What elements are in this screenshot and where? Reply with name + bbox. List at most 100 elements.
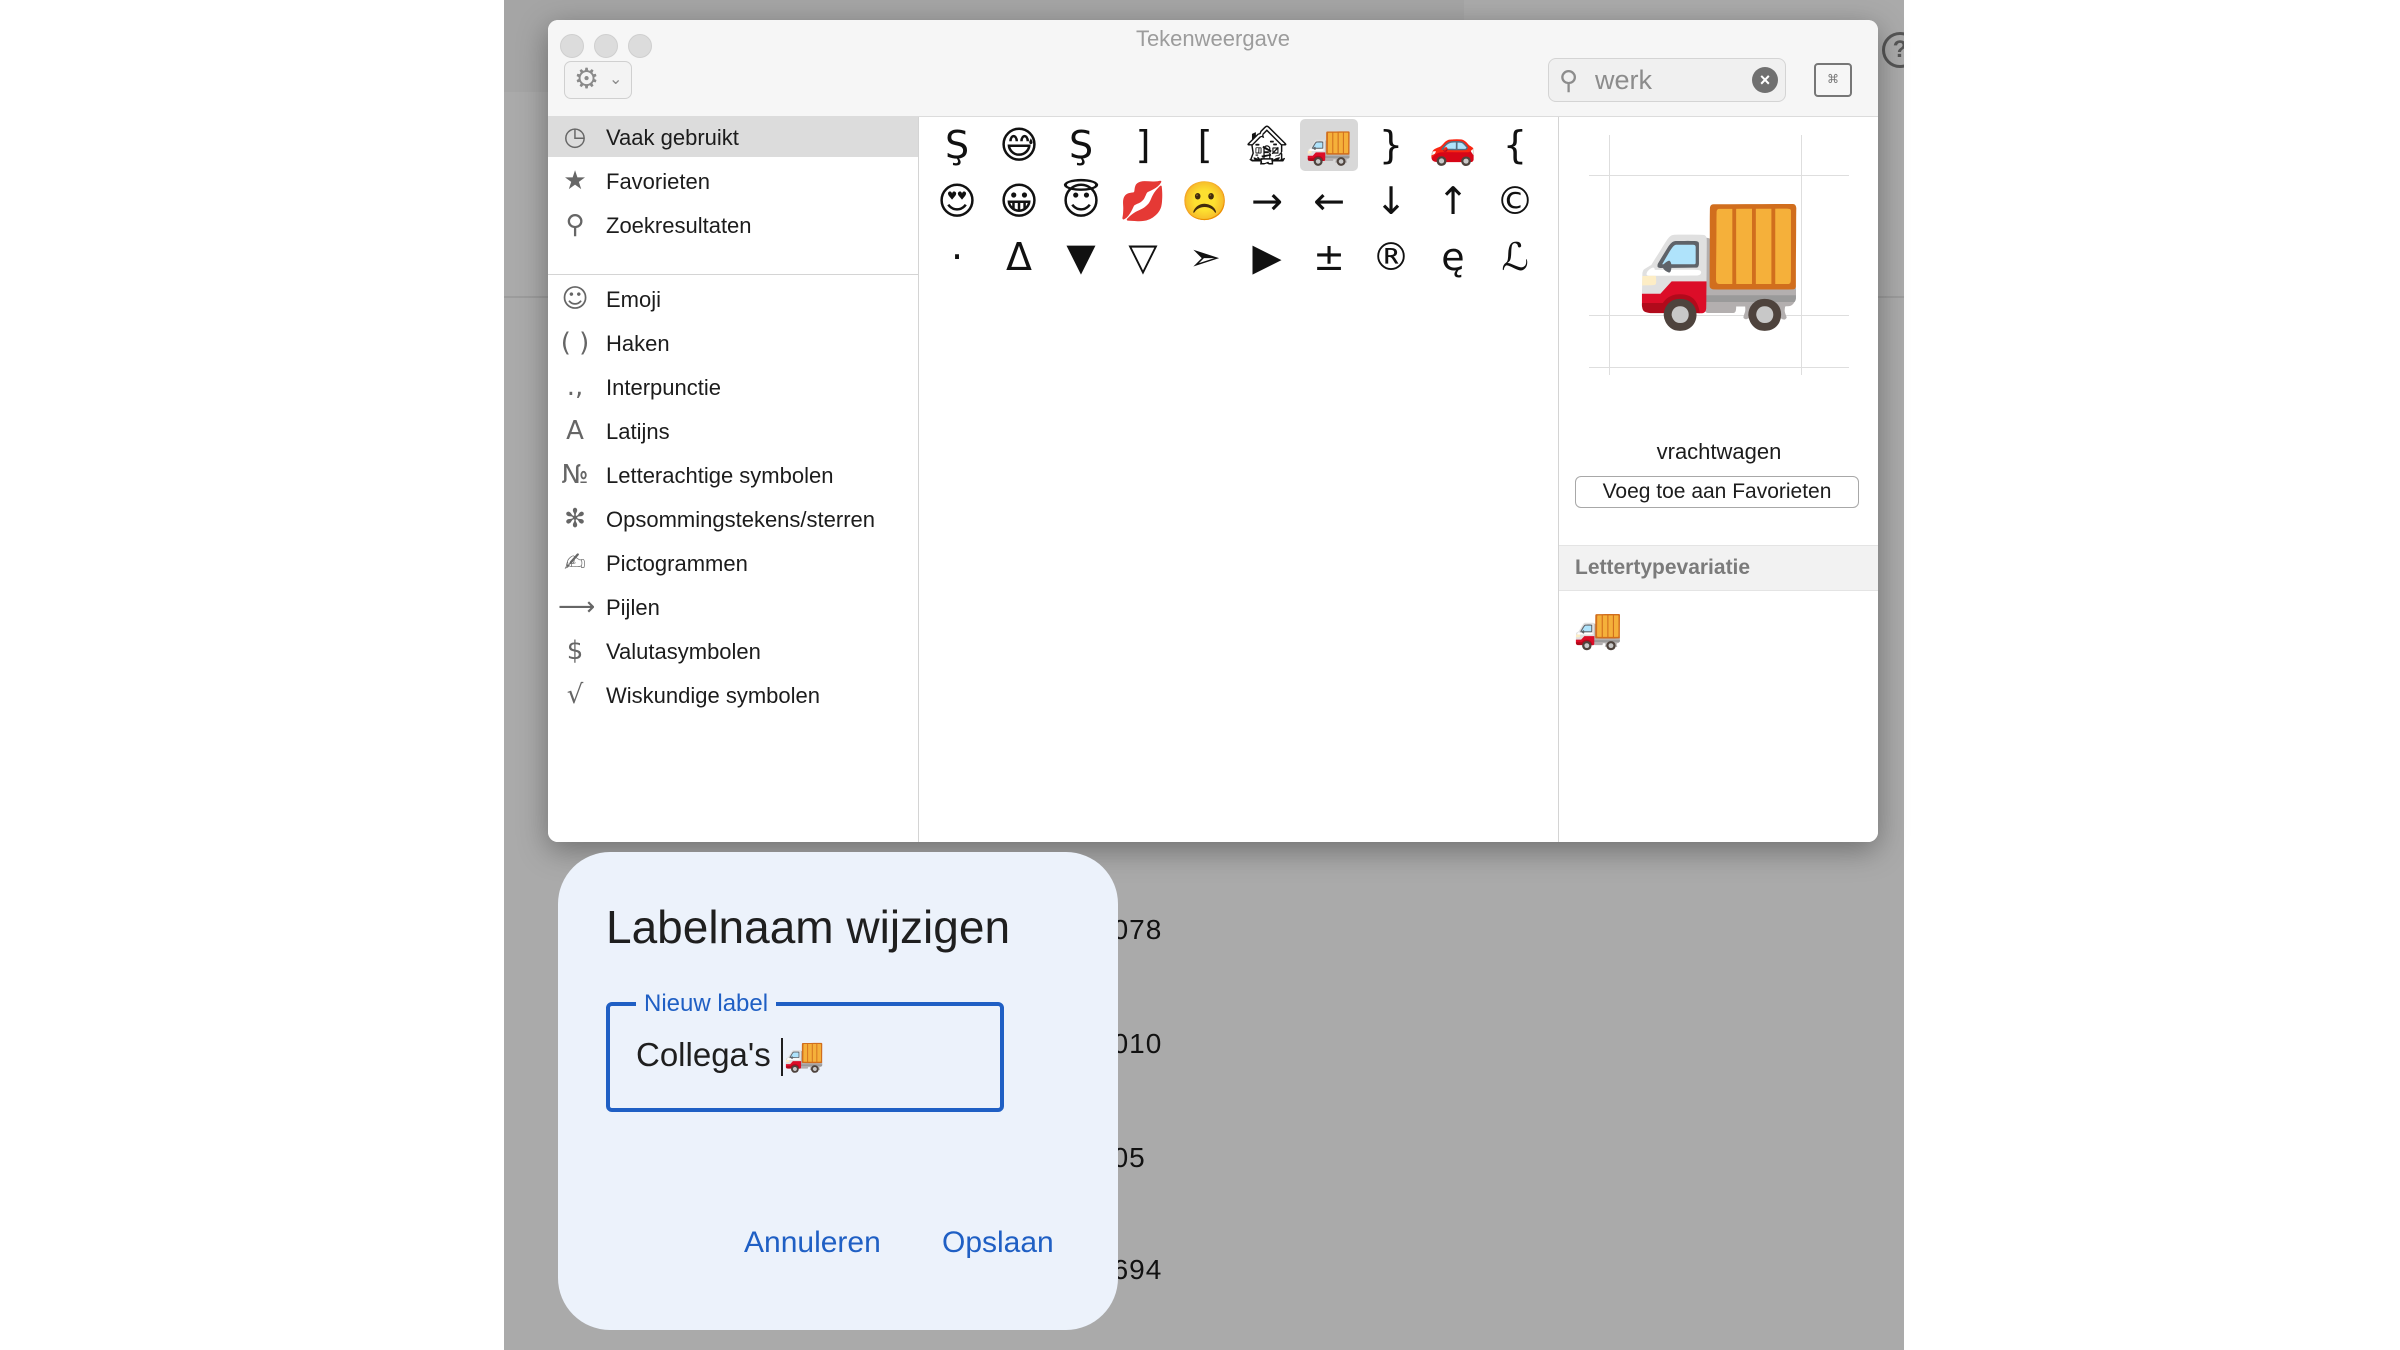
character-cell[interactable]: → <box>1238 175 1296 227</box>
sqrt-icon: √ <box>566 680 584 710</box>
character-cell[interactable]: 🏚 <box>1238 119 1296 171</box>
sidebar-item-label: Pictogrammen <box>606 551 748 576</box>
field-label: Nieuw label <box>636 990 777 1018</box>
search-field[interactable]: ⚲ werk × <box>1548 58 1786 102</box>
character-cell[interactable]: [ <box>1176 119 1234 171</box>
clock-icon: ◷ <box>563 122 587 152</box>
search-icon: ⚲ <box>1559 65 1579 95</box>
character-cell[interactable]: ± <box>1300 231 1358 283</box>
window-title: Tekenweergave <box>1135 26 1291 51</box>
text-caret <box>780 1038 783 1077</box>
search-input[interactable]: werk <box>1595 65 1652 96</box>
numero-icon: № <box>561 460 589 490</box>
sidebar-separator <box>548 274 918 275</box>
sidebar-item-emoji[interactable]: ☺ Emoji <box>548 279 918 319</box>
character-cell[interactable]: ← <box>1300 175 1358 227</box>
character-cell[interactable]: ę <box>1424 231 1482 283</box>
character-cell[interactable]: ➣ <box>1176 231 1234 283</box>
character-cell[interactable]: Δ <box>990 231 1048 283</box>
add-to-favorites-button[interactable]: Voeg toe aan Favorieten <box>1575 476 1859 508</box>
preview-glyph: 🚚 <box>1631 173 1807 336</box>
field-text: Collega's <box>636 1036 780 1073</box>
sidebar-item-wiskundige-symbolen[interactable]: √ Wiskundige symbolen <box>548 675 918 715</box>
character-cell[interactable]: ↓ <box>1362 175 1420 227</box>
character-cell[interactable]: ↑ <box>1424 175 1482 227</box>
character-cell[interactable]: 😍 <box>928 175 986 227</box>
character-grid: Ş 😅 Ş ] [ 🏚 🚚 } 🚗 { 😍 😀 😇 💋 ☹️ → ← ↓ ↑ ©… <box>919 117 1557 842</box>
character-cell[interactable]: 🚗 <box>1424 119 1482 171</box>
character-cell[interactable]: ▶ <box>1238 231 1296 283</box>
gear-icon: ⚙ <box>574 63 600 94</box>
character-cell[interactable]: } <box>1362 119 1420 171</box>
magnifier-icon: ⚲ <box>565 210 585 240</box>
sidebar-item-label: Valutasymbolen <box>606 639 761 664</box>
font-variation-heading: Lettertypevariatie <box>1575 556 1751 579</box>
character-cell-selected[interactable]: 🚚 <box>1300 119 1358 171</box>
character-cell[interactable]: { <box>1486 119 1544 171</box>
chevron-down-icon: ⌄ <box>609 71 623 88</box>
character-preview: 🚚 <box>1589 135 1849 375</box>
character-cell[interactable]: ] <box>1114 119 1172 171</box>
action-menu-button[interactable]: ⚙ ⌄ <box>564 61 632 99</box>
sidebar-item-letterachtige-symbolen[interactable]: № Letterachtige symbolen <box>548 455 918 495</box>
character-cell[interactable]: ® <box>1362 231 1420 283</box>
character-cell[interactable]: ℒ <box>1486 231 1544 283</box>
character-cell[interactable]: © <box>1486 175 1544 227</box>
character-cell[interactable]: 😀 <box>990 175 1048 227</box>
parentheses-icon: ( ) <box>560 328 590 358</box>
sidebar-item-interpunctie[interactable]: ., Interpunctie <box>548 367 918 407</box>
dialog-title: Labelnaam wijzigen <box>606 901 1011 953</box>
sidebar-item-label: Latijns <box>606 419 670 444</box>
pictogram-icon: ✍ <box>564 548 586 578</box>
sidebar-item-label: Emoji <box>606 287 662 312</box>
rename-label-dialog: Labelnaam wijzigen Nieuw label Collega's… <box>558 852 1118 1330</box>
help-icon[interactable]: ? <box>1882 32 1904 68</box>
sidebar-item-pijlen[interactable]: ⟶ Pijlen <box>548 587 918 627</box>
character-cell[interactable]: 😇 <box>1052 175 1110 227</box>
cancel-button[interactable]: Annuleren <box>744 1226 881 1260</box>
sidebar-item-haken[interactable]: ( ) Haken <box>548 323 918 363</box>
character-cell[interactable]: ▼ <box>1052 231 1110 283</box>
field-emoji: 🚚 <box>783 1036 825 1073</box>
character-detail-panel: 🚚 vrachtwagen Voeg toe aan Favorieten Le… <box>1558 117 1878 842</box>
character-cell[interactable]: 💋 <box>1114 175 1172 227</box>
asterisk-icon: ✻ <box>564 504 586 534</box>
character-cell[interactable]: Ş <box>1052 119 1110 171</box>
save-button[interactable]: Opslaan <box>942 1226 1054 1260</box>
sidebar-item-pictogrammen[interactable]: ✍ Pictogrammen <box>548 543 918 583</box>
sidebar-item-label: Favorieten <box>606 169 710 194</box>
font-variation-glyph[interactable]: 🚚 <box>1573 605 1623 652</box>
clear-search-icon[interactable]: × <box>1752 67 1778 93</box>
new-label-input[interactable]: Collega's 🚚 <box>636 1036 825 1077</box>
sidebar-item-label: Haken <box>606 331 670 356</box>
sidebar-item-zoekresultaten[interactable]: ⚲ Zoekresultaten <box>548 205 918 245</box>
character-viewer-window: Tekenweergave ⚙ ⌄ ⚲ werk × ⌘ ◷ Vaak gebr… <box>548 20 1878 842</box>
keyboard-viewer-button[interactable]: ⌘ <box>1814 63 1852 97</box>
sidebar-item-valutasymbolen[interactable]: $ Valutasymbolen <box>548 631 918 671</box>
new-label-field[interactable]: Nieuw label Collega's 🚚 <box>606 990 1004 1112</box>
sidebar-item-favorieten[interactable]: ★ Favorieten <box>548 161 918 201</box>
sidebar-item-label: Opsommingstekens/sterren <box>606 507 875 532</box>
character-cell[interactable]: · <box>928 231 986 283</box>
sidebar-item-label: Letterachtige symbolen <box>606 463 834 488</box>
character-cell[interactable]: ☹️ <box>1176 175 1234 227</box>
smiley-icon: ☺ <box>561 284 589 314</box>
font-variation-header: Lettertypevariatie <box>1559 545 1878 591</box>
titlebar: Tekenweergave ⚙ ⌄ ⚲ werk × ⌘ <box>548 20 1878 117</box>
sidebar-item-label: Zoekresultaten <box>606 213 752 238</box>
sidebar-item-label: Pijlen <box>606 595 660 620</box>
sidebar-item-opsommingstekens[interactable]: ✻ Opsommingstekens/sterren <box>548 499 918 539</box>
category-sidebar: ◷ Vaak gebruikt ★ Favorieten ⚲ Zoekresul… <box>548 117 919 842</box>
punctuation-icon: ., <box>566 372 584 402</box>
character-cell[interactable]: ▽ <box>1114 231 1172 283</box>
character-cell[interactable]: Ş <box>928 119 986 171</box>
dollar-icon: $ <box>566 636 584 666</box>
sidebar-item-label: Wiskundige symbolen <box>606 683 820 708</box>
character-name: vrachtwagen <box>1656 439 1782 464</box>
character-cell[interactable]: 😅 <box>990 119 1048 171</box>
latin-a-icon: A <box>566 416 584 446</box>
sidebar-item-vaak-gebruikt[interactable]: ◷ Vaak gebruikt <box>548 117 918 157</box>
sidebar-item-latijns[interactable]: A Latijns <box>548 411 918 451</box>
sidebar-item-label: Interpunctie <box>606 375 721 400</box>
star-icon: ★ <box>563 166 587 196</box>
